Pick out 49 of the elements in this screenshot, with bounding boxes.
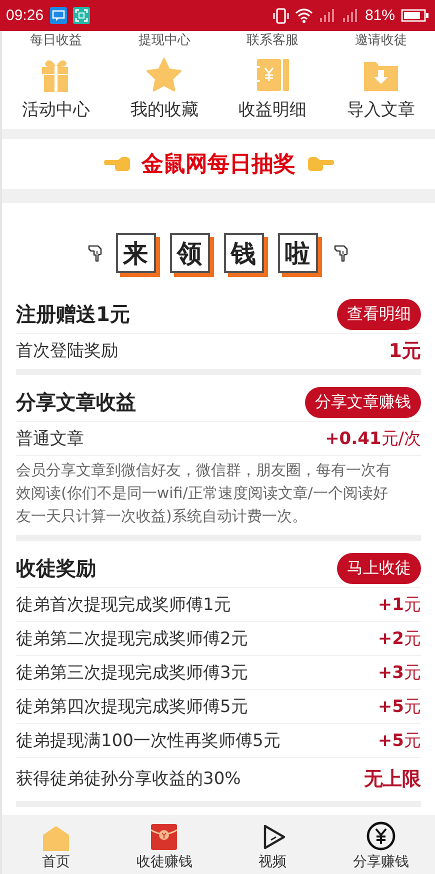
nav-label[interactable]: 收徒赚钱 [136,853,192,871]
section-title: 分享文章收益 [16,388,136,416]
reward-label: 普通文章 [16,428,84,450]
signal-icon [342,8,359,24]
reward-label: 徒弟第三次提现完成奖师傅3元 [16,662,248,684]
reward-description: 会员分享文章到微信好友，微信群，朋友圈，每有一次有效阅读(你们不是同一wifi/正常速度阅读文章/一个阅读好友一天只计算一次收益)系统自动计费一次。 [16,455,421,534]
signal-icon [318,8,336,24]
reward-amount: +3元 [378,662,421,684]
battery-percent: 81% [364,7,395,24]
reward-amount: +5元 [378,696,421,718]
yuan-coin-icon[interactable] [366,821,396,851]
section-button[interactable]: 查看明细 [337,298,421,330]
reward-amount: +5元 [378,730,421,752]
lottery-banner-title[interactable]: 金鼠网每日抽奖 [142,149,296,180]
reward-label: 徒弟首次提现完成奖师傅1元 [16,594,231,616]
reward-label: 徒弟第四次提现完成奖师傅5元 [16,696,248,718]
top-link[interactable]: 邀请收徒 [326,33,435,48]
reward-label: 首次登陆奖励 [16,340,118,362]
top-link[interactable]: 联系客服 [218,33,327,48]
status-time: 09:26 [6,7,44,24]
reward-label: 徒弟第二次提现完成奖师傅2元 [16,628,248,650]
wifi-icon [294,8,313,24]
nav-label[interactable]: 分享赚钱 [352,853,409,871]
reward-amount: +0.41元/次 [325,428,421,450]
nav-label[interactable]: 视频 [258,853,287,871]
nav-label[interactable]: 首页 [42,853,70,871]
top-link[interactable]: 提现中心 [110,33,218,48]
shortcut-label[interactable]: 导入文章 [346,98,415,122]
ledger-icon [254,58,291,92]
top-link[interactable]: 每日收益 [2,33,110,48]
section-button[interactable]: 分享文章赚钱 [305,386,421,418]
message-icon [50,7,67,24]
reward-amount: 无上限 [364,766,421,792]
scan-icon [72,7,90,24]
reward-label: 徒弟提现满100一次性再奖师傅5元 [16,730,280,752]
star-icon [146,58,182,92]
section-button[interactable]: 马上收徒 [337,552,421,584]
reward-amount: +2元 [378,628,421,650]
reward-amount: +1元 [378,594,421,616]
envelope-icon[interactable] [150,823,178,851]
section-title: 注册赠送1元 [16,300,130,328]
section-title: 收徒奖励 [16,554,96,582]
shortcut-label[interactable]: 我的收藏 [130,98,198,122]
shortcut-label[interactable]: 收益明细 [238,98,307,122]
vibrate-icon [272,8,289,24]
reward-label: 获得徒弟徒孙分享收益的30% [16,768,241,790]
reward-amount: 1元 [388,338,421,364]
battery-icon [401,9,429,22]
shortcut-label[interactable]: 活动中心 [22,98,90,122]
